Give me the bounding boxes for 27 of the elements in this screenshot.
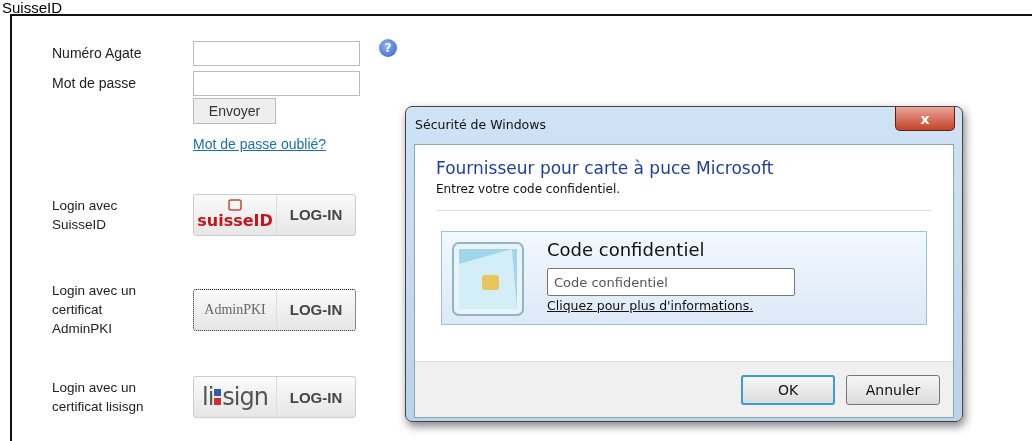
dialog-heading: Fournisseur pour carte à puce Microsoft bbox=[436, 158, 775, 178]
tile-title: Code confidentiel bbox=[547, 239, 706, 260]
login-label: Login avec un certificat lisisgn bbox=[52, 379, 145, 416]
credential-tile[interactable]: Code confidentiel Code confidentiel Cliquez pour plus d'informations. bbox=[441, 231, 927, 325]
seal-icon bbox=[228, 199, 242, 211]
more-info-link[interactable]: Cliquez pour plus d'informations. bbox=[547, 298, 795, 313]
pin-field[interactable]: Code confidentiel bbox=[547, 268, 795, 296]
input-field[interactable] bbox=[193, 40, 360, 66]
login-button[interactable]: AdminPKI LOG-IN bbox=[193, 288, 356, 331]
submit-button[interactable]: Envoyer bbox=[193, 98, 276, 124]
login-button[interactable]: suisseID LOG-IN bbox=[193, 193, 356, 236]
brand-logo: suisseID bbox=[197, 199, 273, 230]
instruction-text: Entrez votre code confidentiel. bbox=[436, 182, 622, 196]
brand-logo: li sign bbox=[202, 383, 268, 411]
page-title: SuisseID bbox=[2, 0, 64, 15]
brand-logo: AdminPKI bbox=[204, 301, 266, 318]
input-field[interactable] bbox=[193, 70, 360, 96]
cancel-button[interactable]: Annuler bbox=[846, 374, 940, 405]
window-title: Sécurité de Windows bbox=[415, 117, 546, 134]
login-label: Login avec SuisseID bbox=[52, 196, 119, 234]
field-label: Mot de passe bbox=[52, 75, 138, 91]
login-button[interactable]: li sign LOG-IN bbox=[193, 376, 356, 418]
forgot-password-link[interactable]: Mot de passe oublié? bbox=[193, 136, 327, 152]
ok-button[interactable]: OK bbox=[741, 374, 835, 405]
login-label: Login avec un certificat AdminPKI bbox=[52, 282, 138, 338]
smart-card-icon bbox=[452, 242, 524, 316]
field-label: Numéro Agate bbox=[52, 45, 143, 61]
